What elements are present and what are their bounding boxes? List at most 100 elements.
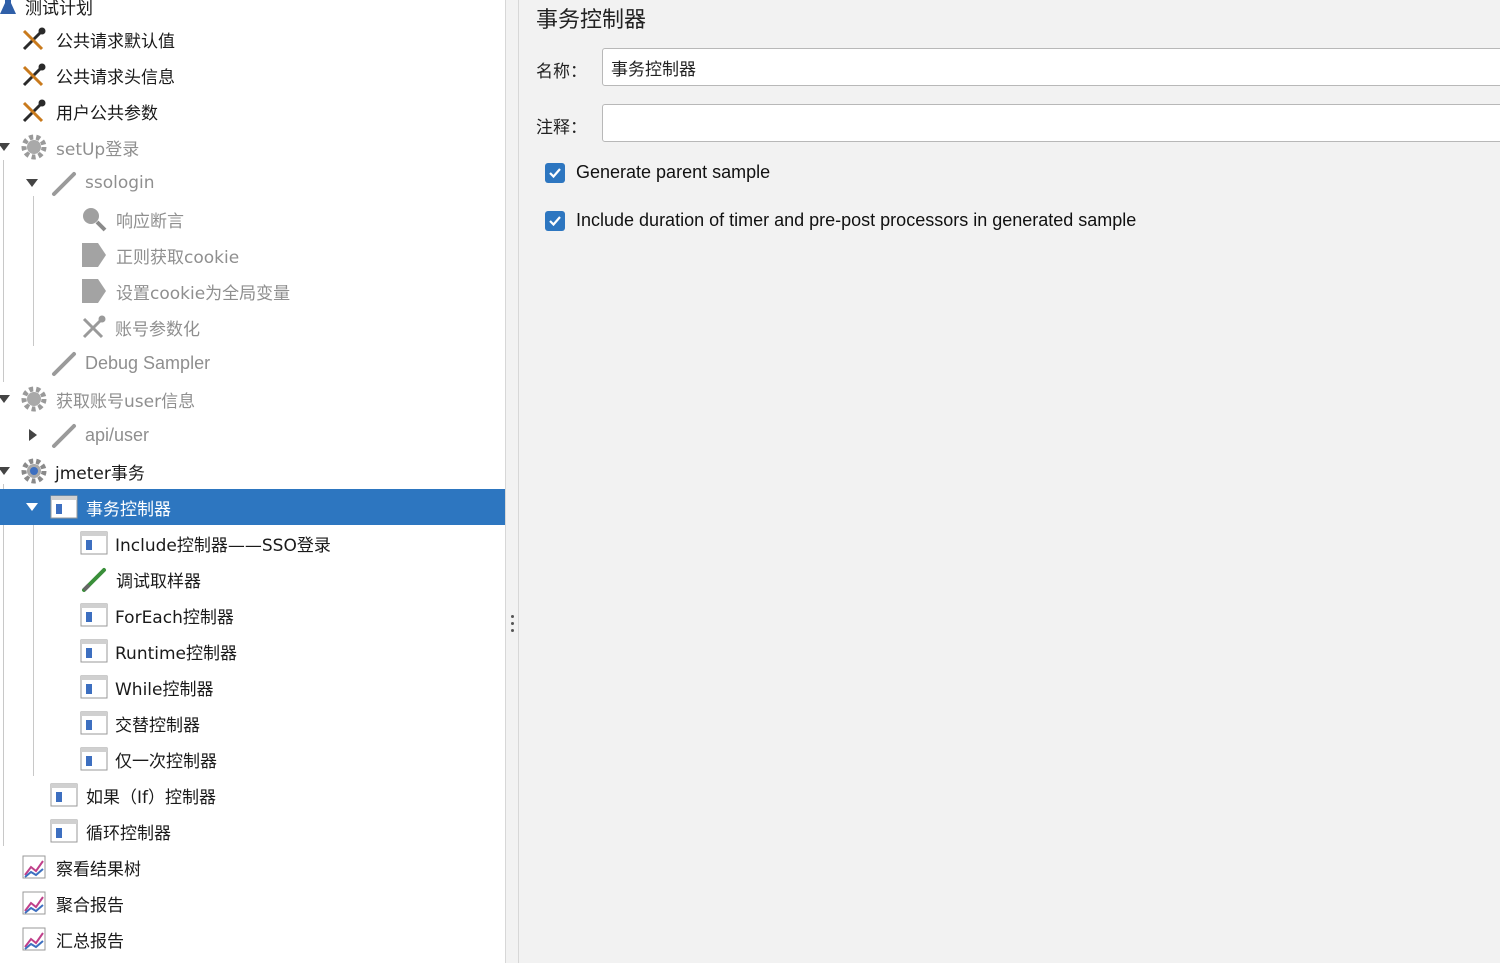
expand-arrow-icon[interactable] xyxy=(26,179,38,187)
flask-icon xyxy=(0,0,22,20)
tree-item-label: 账号参数化 xyxy=(115,319,200,340)
tree-item-regex-cookie[interactable]: 正则获取cookie xyxy=(0,237,505,273)
tree-item-debug-sampler[interactable]: Debug Sampler xyxy=(0,345,505,381)
graph-icon xyxy=(20,853,48,881)
tree-item-interleave-controller[interactable]: 交替控制器 xyxy=(0,705,505,741)
expand-arrow-icon[interactable] xyxy=(0,143,10,151)
tree-item-http-defaults[interactable]: 公共请求默认值 xyxy=(0,21,505,57)
pipette-icon xyxy=(80,565,108,593)
tree-item-label: ForEach控制器 xyxy=(115,607,234,628)
controller-icon xyxy=(50,817,78,845)
tree-item-get-account-user[interactable]: 获取账号user信息 xyxy=(0,381,505,417)
tree-item-label: 用户公共参数 xyxy=(56,103,158,124)
gear-icon xyxy=(20,133,48,161)
tree-item-debug-sampler-cn[interactable]: 调试取样器 xyxy=(0,561,505,597)
gear-icon xyxy=(20,385,48,413)
tree-item-if-controller[interactable]: 如果（If）控制器 xyxy=(0,777,505,813)
name-label: 名称： xyxy=(536,62,587,82)
tree-item-label: 汇总报告 xyxy=(56,931,124,952)
tree-item-label: setUp登录 xyxy=(56,139,140,160)
tree-item-foreach-controller[interactable]: ForEach控制器 xyxy=(0,597,505,633)
checkmark-icon xyxy=(549,167,561,178)
tree-item-jmeter-transaction[interactable]: jmeter事务 xyxy=(0,453,505,489)
tree-item-label: 测试计划 xyxy=(25,0,93,19)
pipette-icon xyxy=(50,421,78,449)
tools-icon xyxy=(80,313,108,341)
tree-item-label: 公共请求默认值 xyxy=(56,31,175,52)
tree-item-label: 正则获取cookie xyxy=(116,247,240,268)
tree-item-label: jmeter事务 xyxy=(55,463,145,484)
tree-item-user-parameters[interactable]: 用户公共参数 xyxy=(0,93,505,129)
tree-item-label: 聚合报告 xyxy=(56,895,124,916)
generate-parent-sample-label: Generate parent sample xyxy=(576,162,771,182)
tree-item-runtime-controller[interactable]: Runtime控制器 xyxy=(0,633,505,669)
tree-item-label: 响应断言 xyxy=(116,211,184,232)
tree-item-label: 公共请求头信息 xyxy=(56,67,175,88)
checkmark-icon xyxy=(549,215,561,226)
include-duration-checkbox[interactable] xyxy=(545,210,565,231)
controller-icon xyxy=(80,673,108,701)
splitter-grip-dot xyxy=(511,615,514,618)
tree-item-label: 循环控制器 xyxy=(86,823,171,844)
transaction-controller-panel: 事务控制器 名称： 注释： Generate parent sample Inc… xyxy=(519,0,1500,963)
pane-splitter[interactable] xyxy=(505,0,519,963)
tree-item-label: 事务控制器 xyxy=(86,499,171,520)
splitter-grip-dot xyxy=(511,622,514,625)
collapse-arrow-icon[interactable] xyxy=(29,429,37,441)
controller-icon xyxy=(80,529,108,557)
tree-item-while-controller[interactable]: While控制器 xyxy=(0,669,505,705)
tree-item-view-results-tree[interactable]: 察看结果树 xyxy=(0,849,505,885)
controller-icon xyxy=(50,493,78,521)
tree-item-label: 仅一次控制器 xyxy=(115,751,217,772)
controller-icon xyxy=(80,745,108,773)
tools-icon xyxy=(20,97,48,125)
tree-item-label: While控制器 xyxy=(115,679,214,700)
generate-parent-sample-checkbox[interactable] xyxy=(545,162,565,183)
tree-item-loop-controller[interactable]: 循环控制器 xyxy=(0,813,505,849)
tree-item-label: Runtime控制器 xyxy=(115,643,238,664)
tree-item-label: 设置cookie为全局变量 xyxy=(116,283,291,304)
tree-item-label: Debug Sampler xyxy=(85,352,211,373)
tree-item-label: 察看结果树 xyxy=(56,859,141,880)
tree-item-ssologin[interactable]: ssologin xyxy=(0,165,505,201)
tree-item-label: Include控制器——SSO登录 xyxy=(115,535,331,556)
panel-title: 事务控制器 xyxy=(536,8,647,33)
tree-item-transaction-controller[interactable]: 事务控制器 xyxy=(0,489,505,525)
tree-item-label: 获取账号user信息 xyxy=(56,391,196,412)
tools-icon xyxy=(20,61,48,89)
tree-item-header-manager[interactable]: 公共请求头信息 xyxy=(0,57,505,93)
tree-item-aggregate-report[interactable]: 聚合报告 xyxy=(0,885,505,921)
tree-item-include-controller[interactable]: Include控制器——SSO登录 xyxy=(0,525,505,561)
tree-item-once-only-controller[interactable]: 仅一次控制器 xyxy=(0,741,505,777)
tools-icon xyxy=(20,25,48,53)
pipette-icon xyxy=(50,349,78,377)
tree-item-setup-login[interactable]: setUp登录 xyxy=(0,129,505,165)
expand-arrow-icon[interactable] xyxy=(26,503,38,511)
expand-arrow-icon[interactable] xyxy=(0,467,10,475)
generate-parent-sample-checkbox-row[interactable]: Generate parent sample xyxy=(545,162,770,183)
controller-icon xyxy=(80,709,108,737)
graph-icon xyxy=(20,889,48,917)
pipette-icon xyxy=(50,169,78,197)
tree-item-response-assertion[interactable]: 响应断言 xyxy=(0,201,505,237)
name-field[interactable] xyxy=(602,48,1500,86)
controller-icon xyxy=(80,637,108,665)
comment-label: 注释： xyxy=(536,118,587,138)
tree-item-set-cookie-global[interactable]: 设置cookie为全局变量 xyxy=(0,273,505,309)
graph-icon xyxy=(20,925,48,953)
comment-field[interactable] xyxy=(602,104,1500,142)
tag-icon xyxy=(80,241,108,269)
controller-icon xyxy=(50,781,78,809)
tree-item-label: ssologin xyxy=(85,173,155,193)
tree-item-summary-report[interactable]: 汇总报告 xyxy=(0,921,505,957)
include-duration-checkbox-row[interactable]: Include duration of timer and pre-post p… xyxy=(545,210,1136,231)
tree-item-api-user[interactable]: api/user xyxy=(0,417,505,453)
expand-arrow-icon[interactable] xyxy=(0,395,10,403)
include-duration-label: Include duration of timer and pre-post p… xyxy=(576,210,1137,230)
tree-item-label: api/user xyxy=(85,424,150,445)
magnifier-icon xyxy=(80,205,108,233)
test-plan-tree[interactable]: 测试计划 公共请求默认值 公共请求头信息 用户公共参数 setUp登录 ssol… xyxy=(0,0,505,963)
controller-icon xyxy=(80,601,108,629)
tree-item-account-parameterize[interactable]: 账号参数化 xyxy=(0,309,505,345)
gear-icon xyxy=(20,457,48,485)
